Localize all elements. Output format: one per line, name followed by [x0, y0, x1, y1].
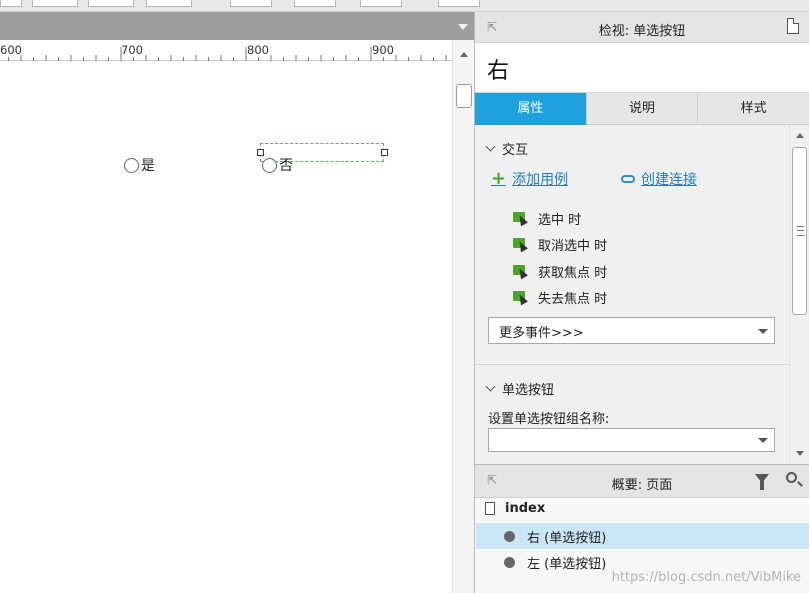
page-notes-icon[interactable] — [787, 18, 799, 34]
section-title: 交互 — [502, 143, 529, 158]
event-label: 选中 时 — [538, 212, 582, 228]
event-list: 选中 时 取消选中 时 获取焦点 时 失去焦点 时 — [513, 205, 607, 311]
inspector-tabs: 属性 说明 样式 — [475, 93, 809, 125]
add-case-label: 添加用例 — [512, 172, 569, 188]
ruler-label: 800 — [247, 43, 269, 57]
event-item[interactable]: 取消选中 时 — [513, 232, 607, 259]
properties-scrollbar[interactable] — [789, 125, 809, 464]
create-link-link[interactable]: 创建连接 — [621, 169, 697, 189]
widget-dot-icon — [504, 556, 515, 568]
event-icon — [513, 238, 528, 253]
tab-menu-arrow-icon[interactable] — [458, 24, 468, 30]
event-icon — [513, 264, 528, 280]
tab-properties[interactable]: 属性 — [475, 93, 587, 125]
outline-item-label: 右 (单选按钮) — [527, 530, 607, 546]
scroll-up-icon[interactable] — [796, 133, 804, 138]
ruler-label: 700 — [121, 43, 143, 57]
outline-item[interactable]: 右 (单选按钮) — [476, 523, 809, 549]
ruler-label: 600 — [0, 43, 22, 57]
radio-label: 是 — [141, 158, 155, 174]
radio-button-yes[interactable]: 是 — [124, 155, 155, 175]
outline-item-label: 左 (单选按钮) — [527, 556, 607, 572]
more-events-label: 更多事件>>> — [499, 326, 584, 341]
plus-icon: + — [491, 168, 507, 189]
event-item[interactable]: 失去焦点 时 — [513, 285, 607, 312]
top-toolbar — [0, 0, 809, 12]
toolbar-button[interactable] — [32, 0, 78, 7]
properties-content: 交互 + 添加用例 创建连接 选中 时 取消选中 时 获取焦点 时 失去焦点 时… — [475, 125, 809, 464]
chevron-down-icon — [485, 141, 496, 152]
filter-icon[interactable] — [755, 474, 769, 490]
grip-icon — [797, 226, 804, 236]
chevron-down-icon — [758, 329, 768, 334]
event-label: 失去焦点 时 — [538, 292, 608, 308]
widget-name-value: 右 — [487, 59, 510, 84]
toolbar-field[interactable] — [360, 0, 402, 7]
page-tab-strip — [0, 12, 474, 40]
event-item[interactable]: 获取焦点 时 — [513, 258, 607, 285]
resize-handle[interactable] — [381, 149, 388, 156]
design-canvas[interactable]: 是 否 — [0, 62, 452, 593]
toolbar-button[interactable] — [88, 0, 134, 7]
section-divider — [475, 364, 789, 365]
scrollbar-thumb[interactable] — [456, 84, 472, 108]
create-link-label: 创建连接 — [641, 172, 697, 188]
canvas-vertical-scrollbar[interactable] — [452, 40, 474, 593]
widget-name-field[interactable]: 右 — [475, 43, 809, 93]
radio-circle-icon[interactable] — [262, 157, 277, 173]
ruler-label: 900 — [372, 43, 394, 57]
radio-section-header[interactable]: 单选按钮 — [485, 379, 555, 398]
chevron-down-icon — [758, 438, 768, 443]
tab-notes[interactable]: 说明 — [586, 93, 699, 125]
outline-panel: ⇱ 概要: 页面 index 右 (单选按钮) 左 (单选按钮) https:/… — [474, 464, 809, 593]
inspector-title: 检视: 单选按钮 — [598, 24, 686, 39]
canvas-area: 600 700 800 900 是 否 — [0, 12, 474, 593]
event-icon — [513, 211, 528, 227]
group-name-label: 设置单选按钮组名称: — [488, 412, 610, 427]
radio-circle-icon[interactable] — [124, 157, 139, 173]
scroll-down-icon[interactable] — [796, 451, 804, 456]
search-icon[interactable] — [786, 472, 797, 483]
outline-header: ⇱ 概要: 页面 — [475, 465, 809, 498]
event-item[interactable]: 选中 时 — [513, 205, 607, 232]
scrollbar-thumb[interactable] — [792, 147, 807, 315]
toolbar-button[interactable] — [438, 0, 480, 7]
link-icon — [621, 175, 635, 183]
interaction-section-header[interactable]: 交互 — [485, 139, 529, 158]
event-label: 取消选中 时 — [538, 239, 608, 255]
widget-dot-icon — [504, 530, 515, 542]
root-label: index — [505, 501, 546, 516]
watermark: https://blog.csdn.net/VibMike — [611, 570, 801, 585]
add-case-link[interactable]: + 添加用例 — [491, 169, 568, 189]
event-label: 获取焦点 时 — [538, 265, 608, 281]
chevron-down-icon — [485, 381, 496, 392]
page-icon — [485, 502, 495, 515]
section-title: 单选按钮 — [502, 383, 555, 398]
radio-button-no[interactable]: 否 — [262, 155, 293, 175]
event-icon — [513, 291, 528, 306]
toolbar-field[interactable] — [230, 0, 272, 7]
tab-style[interactable]: 样式 — [698, 93, 809, 125]
scroll-up-icon[interactable] — [460, 52, 468, 57]
inspector-header: ⇱ 检视: 单选按钮 — [475, 12, 809, 43]
inspector-panel: ⇱ 检视: 单选按钮 右 属性 说明 样式 交互 + 添加用例 创建连接 选中 … — [474, 12, 809, 464]
toolbar-field[interactable] — [294, 0, 336, 7]
toolbar-button[interactable] — [0, 0, 22, 7]
horizontal-ruler: 600 700 800 900 — [0, 40, 452, 61]
more-events-dropdown[interactable]: 更多事件>>> — [488, 317, 775, 344]
radio-label: 否 — [279, 158, 293, 174]
group-name-select[interactable] — [488, 428, 775, 452]
toolbar-button[interactable] — [146, 0, 192, 7]
outline-root-item[interactable]: index — [485, 501, 545, 516]
